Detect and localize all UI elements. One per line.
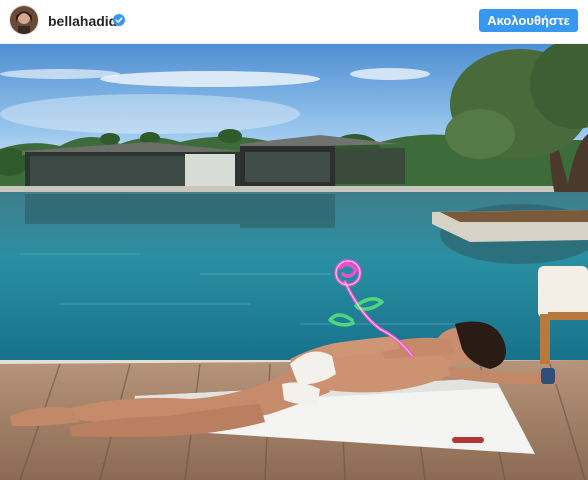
avatar[interactable]: [10, 6, 38, 34]
post-header: bellahadid Ακολουθήστε: [0, 0, 588, 44]
photo-scene: [0, 44, 588, 480]
follow-button[interactable]: Ακολουθήστε: [479, 9, 578, 32]
instagram-post: bellahadid Ακολουθήστε: [0, 0, 588, 480]
post-photo: [0, 44, 588, 480]
username-link[interactable]: bellahadid: [48, 13, 117, 29]
verified-badge-icon: [113, 14, 125, 26]
